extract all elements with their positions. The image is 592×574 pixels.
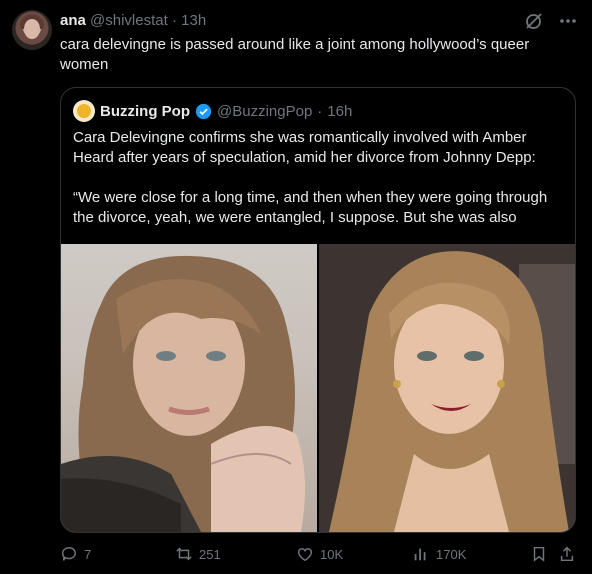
bookmark-button[interactable] <box>530 545 548 563</box>
reply-icon <box>61 547 76 561</box>
bookmark-icon <box>533 546 545 562</box>
tweet-text: cara delevingne is passed around like a … <box>60 36 530 73</box>
portrait-right-image <box>319 244 575 532</box>
reply-button[interactable]: 7 <box>60 545 91 563</box>
grok-icon[interactable] <box>524 11 544 31</box>
repost-button[interactable]: 251 <box>175 545 221 563</box>
verified-badge-icon <box>195 103 212 119</box>
quoted-name[interactable]: Buzzing Pop <box>100 103 190 120</box>
repost-count: 251 <box>199 546 221 562</box>
share-button[interactable] <box>558 545 576 563</box>
photo-left[interactable] <box>61 244 317 532</box>
share-icon <box>560 546 574 562</box>
quoted-header: Buzzing Pop @BuzzingPop · 16h <box>73 100 352 122</box>
reply-count: 7 <box>84 546 92 562</box>
heart-icon <box>297 548 313 562</box>
quoted-time[interactable]: 16h <box>327 103 352 120</box>
action-bar: 7 251 10K 170K <box>60 545 580 565</box>
tweet: ana @shivlestat · 13h cara delevingne is… <box>0 0 592 574</box>
quoted-avatar[interactable] <box>73 100 95 122</box>
author-avatar[interactable] <box>12 10 52 50</box>
tweet-time[interactable]: 13h <box>181 12 206 29</box>
author-name[interactable]: ana <box>60 12 86 29</box>
repost-icon <box>176 547 192 561</box>
more-icon[interactable] <box>558 11 578 31</box>
tweet-top-icons <box>524 11 578 31</box>
views-count: 170K <box>436 546 467 562</box>
tweet-header: ana @shivlestat · 13h <box>60 12 206 30</box>
views-icon <box>414 548 426 561</box>
separator-dot: · <box>171 12 177 29</box>
quoted-text: Cara Delevingne confirms she was romanti… <box>73 128 563 248</box>
views-button[interactable]: 170K <box>412 545 466 563</box>
avatar-face <box>24 19 40 39</box>
quoted-separator-dot: · <box>317 102 323 120</box>
author-handle[interactable]: @shivlestat <box>90 12 168 29</box>
quoted-paragraph-1: Cara Delevingne confirms she was romanti… <box>73 129 536 166</box>
like-button[interactable]: 10K <box>296 545 343 563</box>
portrait-left-image <box>61 255 305 532</box>
like-count: 10K <box>320 546 344 562</box>
photo-right[interactable] <box>319 244 575 532</box>
quoted-handle[interactable]: @BuzzingPop <box>217 103 312 120</box>
quoted-media <box>61 244 575 532</box>
quoted-tweet[interactable]: Buzzing Pop @BuzzingPop · 16h Cara Delev… <box>60 87 576 533</box>
quoted-paragraph-2: “We were close for a long time, and then… <box>73 189 548 226</box>
